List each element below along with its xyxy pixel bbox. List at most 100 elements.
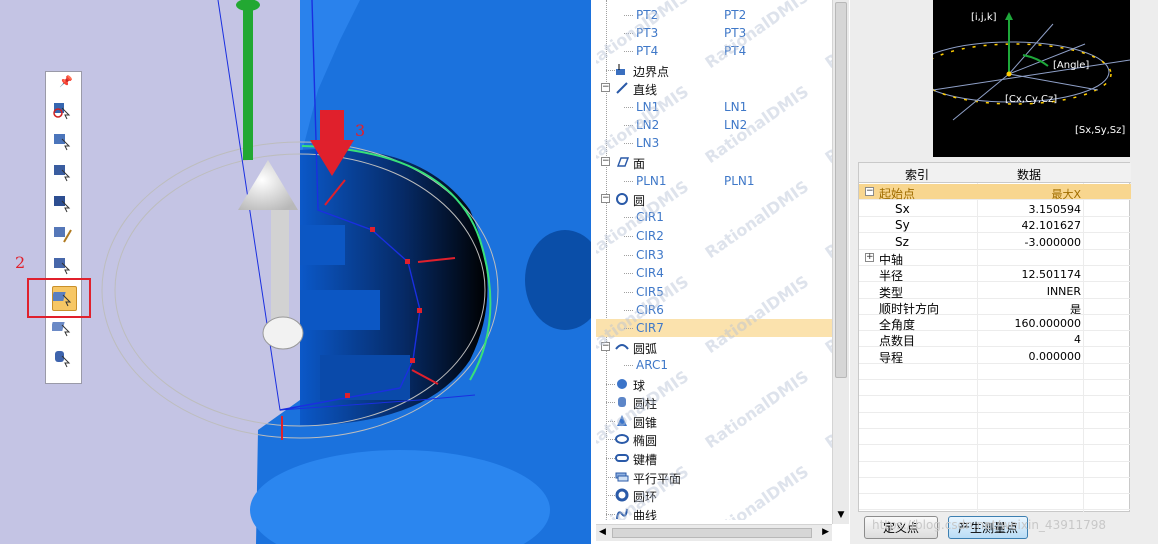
tool-select-edge-icon[interactable] [52,162,77,187]
property-grid: 索引 数据 − 起始点 最大X Sx 3.150594 Sy 42.101627 Sz -… [858,162,1131,513]
tree-category-label: 球 [633,379,646,393]
collapse-icon[interactable]: − [601,342,610,351]
scroll-right-icon[interactable]: ▶ [822,527,829,537]
tree-category[interactable]: 平行平面 [596,468,832,486]
header-data: 数据 [1017,168,1042,182]
tree-connector [606,514,615,515]
tree-item[interactable]: ARC1 [596,356,832,374]
tree-item[interactable]: LN2 LN2 [596,116,832,134]
collapse-icon[interactable]: − [601,83,610,92]
feature-tree: PT2 PT2 PT3 PT3 PT4 PT4 边界点 − 直线 LN1 LN1 LN2 LN2 LN3 −… [596,0,832,520]
tree-category[interactable]: − 圆 [596,190,832,208]
tree-category-label: 曲线 [633,509,658,520]
property-row[interactable]: 全角度 160.000000 [859,315,1131,332]
tree-item[interactable]: CIR5 [596,283,832,301]
tool-arc-points-icon[interactable] [52,317,77,342]
tree-item[interactable]: PT2 PT2 [596,6,832,24]
expand-icon[interactable]: + [865,252,874,262]
tree-category-label: 圆弧 [633,342,658,356]
tool-delete-icon[interactable] [52,100,77,125]
h-scroll-thumb[interactable] [612,528,812,538]
tree-category[interactable]: 椭圆 [596,430,832,448]
tree-category[interactable]: 圆环 [596,486,832,504]
property-value[interactable]: 42.101627 [1022,219,1082,232]
property-value[interactable]: 12.501174 [1022,268,1082,281]
property-value[interactable]: 0.000000 [1029,350,1082,363]
property-value[interactable]: -3.000000 [1025,236,1081,249]
tree-category[interactable]: 键槽 [596,449,832,467]
property-row[interactable]: 顺时针方向是 [859,299,1131,316]
tree-item[interactable]: PT4 PT4 [596,42,832,60]
tree-item-label: LN3 [636,136,660,150]
tree-connector [624,51,633,52]
tree-category[interactable]: 圆锥 [596,412,832,430]
tree-item-alias: PLN1 [724,174,755,188]
tree-category-label: 边界点 [633,65,670,79]
tree-category[interactable]: 圆柱 [596,393,832,411]
tree-connector [606,402,615,403]
tree-item-label: CIR3 [636,248,664,262]
tree-category-label: 圆环 [633,490,658,504]
scroll-down-icon[interactable]: ▼ [834,508,848,522]
empty-property-row [859,462,1131,478]
annotation-number-2: 2 [15,253,26,272]
property-row[interactable]: 半径 12.501174 [859,266,1131,283]
tree-category[interactable]: 曲线 [596,505,832,520]
preview-center-label: [Cx,Cy,Cz] [1005,94,1057,105]
start-point-group-row[interactable]: − 起始点 最大X [859,184,1131,202]
tree-item-label: PT2 [636,8,659,22]
tree-category[interactable]: − 直线 [596,79,832,97]
tree-category[interactable]: 球 [596,375,832,393]
collapse-icon[interactable]: − [865,187,874,196]
tree-item[interactable]: CIR2 [596,227,832,245]
property-row[interactable]: 类型 INNER [859,283,1131,300]
collapse-icon[interactable]: − [601,194,610,203]
tree-item[interactable]: CIR7 [596,319,832,337]
tree-category[interactable]: − 面 [596,153,832,171]
tree-item[interactable]: PT3 PT3 [596,24,832,42]
property-row[interactable]: Sy 42.101627 [859,217,1131,234]
property-row[interactable]: + 中轴 [859,250,1131,267]
tree-item[interactable]: CIR6 [596,301,832,319]
scroll-thumb[interactable] [835,2,847,378]
tree-item[interactable]: LN3 [596,134,832,152]
property-key: Sx [895,202,910,216]
collapse-icon[interactable]: − [601,157,610,166]
property-value[interactable]: 3.150594 [1029,203,1082,216]
tree-connector [624,217,633,218]
property-row[interactable]: Sx 3.150594 [859,201,1131,217]
tool-cylinder-points-icon[interactable] [52,348,77,373]
tool-select-point-icon[interactable] [52,131,77,156]
property-value[interactable]: INNER [1047,285,1081,298]
tree-item-label: CIR4 [636,266,664,280]
tree-item[interactable]: PLN1 PLN1 [596,172,832,190]
property-row[interactable]: 点数目 4 [859,331,1131,348]
empty-property-row [859,446,1131,462]
tree-item[interactable]: CIR1 [596,208,832,226]
probe-toolbox: 📌 [45,71,82,384]
3d-viewport[interactable]: 📌 [0,0,591,544]
tree-horizontal-scrollbar[interactable]: ◀ ▶ [596,524,832,541]
tree-category[interactable]: − 圆弧 [596,338,832,356]
tree-category-label: 直线 [633,83,658,97]
empty-property-row [859,413,1131,429]
tool-select-face-icon[interactable] [52,193,77,218]
circle-parameter-preview: [i,j,k] [Angle] [Cx,Cy,Cz] [Sx,Sy,Sz] [912,0,1131,157]
tool-edit-icon[interactable] [52,224,77,249]
start-point-value[interactable]: 最大X [1051,186,1081,202]
property-value[interactable]: 4 [1074,333,1081,346]
tree-item[interactable]: CIR3 [596,246,832,264]
tree-vertical-scrollbar[interactable]: ▼ [832,0,849,524]
tree-category-label: 圆锥 [633,416,658,430]
scroll-left-icon[interactable]: ◀ [599,527,606,537]
tree-item[interactable]: CIR4 [596,264,832,282]
property-key: Sy [895,218,910,233]
property-row[interactable]: Sz -3.000000 [859,234,1131,250]
property-value[interactable]: 160.000000 [1015,317,1081,330]
pin-icon[interactable]: 📌 [59,75,73,88]
empty-property-row [859,494,1131,511]
tree-item[interactable]: LN1 LN1 [596,98,832,116]
property-row[interactable]: 导程 0.000000 [859,348,1131,365]
tree-category[interactable]: 边界点 [596,61,832,79]
tool-path-icon[interactable] [52,255,77,280]
